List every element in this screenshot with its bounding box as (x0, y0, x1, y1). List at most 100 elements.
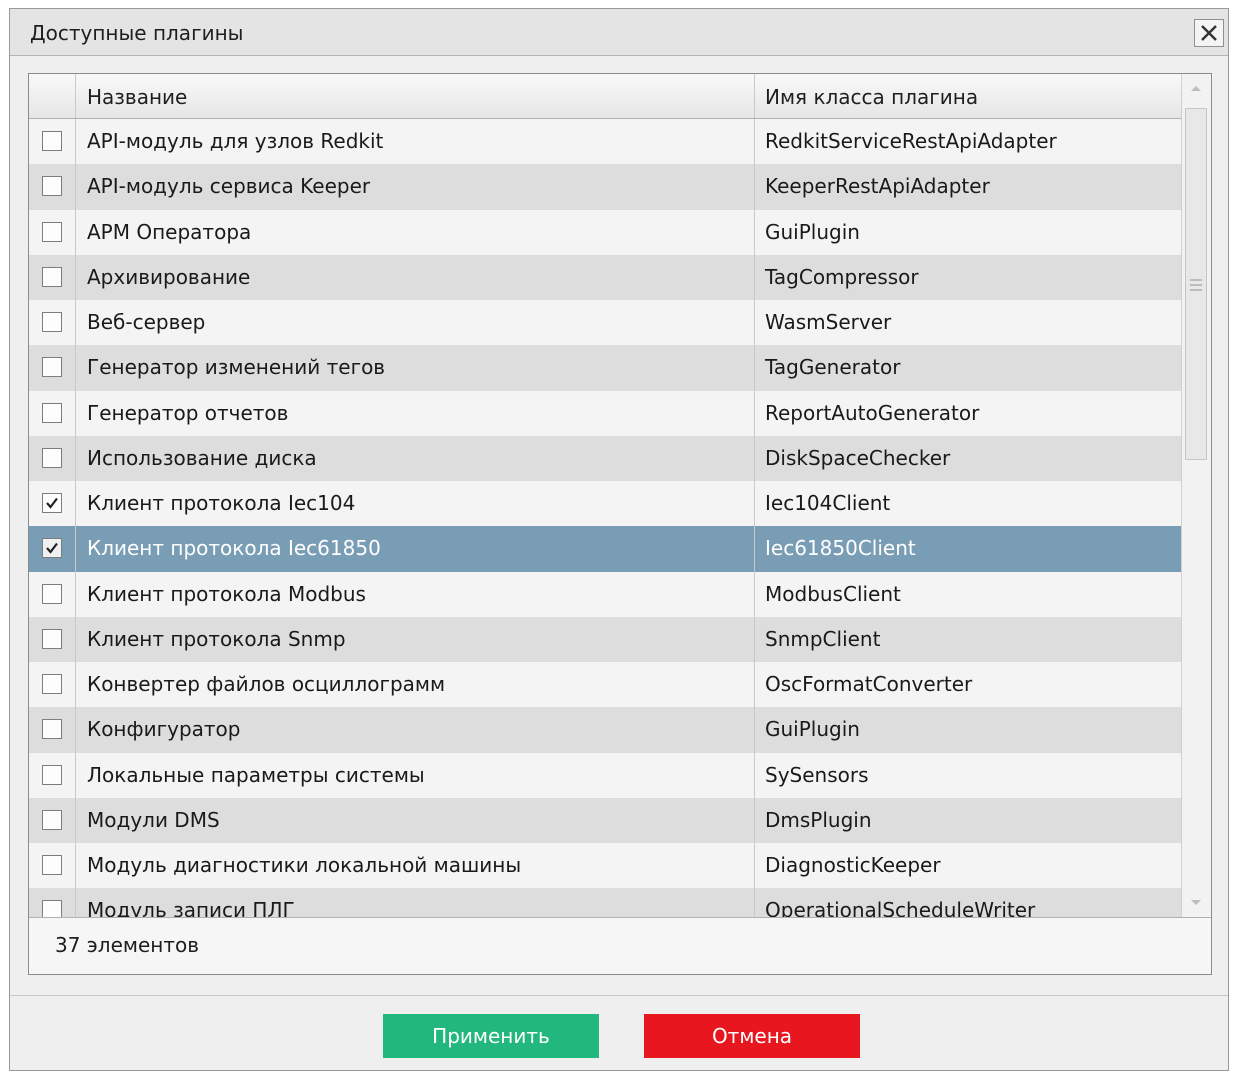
divider (10, 995, 1228, 996)
checkbox[interactable] (42, 855, 62, 875)
plugin-class-cell: Iec61850Client (765, 536, 916, 561)
plugin-name-cell: Клиент протокола Iec104 (76, 481, 755, 527)
checkbox-cell (29, 662, 76, 708)
table-row[interactable]: Модуль записи ПЛГ OperationalScheduleWrit… (29, 888, 1182, 917)
plugin-name-cell: Генератор отчетов (76, 390, 755, 436)
checkbox-cell (29, 888, 76, 917)
plugin-class-cell: DiagnosticKeeper (765, 853, 941, 877)
close-icon (1201, 25, 1217, 41)
table-row[interactable]: Архивирование TagCompressor (29, 254, 1182, 300)
plugin-name-cell: Клиент протокола Modbus (76, 571, 755, 617)
scroll-up-icon[interactable] (1186, 78, 1206, 98)
plugin-class-cell: GuiPlugin (765, 717, 860, 742)
checkbox-cell (29, 526, 76, 572)
table-row[interactable]: Клиент протокола Iec104 Iec104Client (29, 481, 1182, 527)
checkbox[interactable] (42, 628, 62, 649)
checkbox-cell (29, 481, 76, 527)
checkbox[interactable] (42, 447, 62, 468)
cancel-button[interactable]: Отмена (644, 1014, 860, 1058)
checkbox-cell (29, 797, 76, 843)
grid-rows: API-модуль для узлов Redkit RedkitService… (29, 119, 1182, 917)
plugin-name-cell: Использование диска (76, 435, 755, 481)
plugin-class-cell: OperationalScheduleWriter (765, 898, 1036, 917)
checkbox[interactable] (42, 402, 62, 423)
grid-header: Название Имя класса плагина (29, 74, 1182, 119)
table-row[interactable]: Генератор изменений тегов TagGenerator (29, 345, 1182, 391)
table-row[interactable]: Локальные параметры системы SySensors (29, 752, 1182, 798)
table-row[interactable]: Клиент протокола Modbus ModbusClient (29, 571, 1182, 617)
plugin-class-cell: RedkitServiceRestApiAdapter (765, 129, 1057, 153)
checkbox[interactable] (42, 900, 62, 917)
checkbox[interactable] (42, 266, 62, 287)
checkbox[interactable] (42, 674, 62, 694)
checkbox-cell (29, 119, 76, 165)
plugin-class-cell: ModbusClient (765, 581, 901, 606)
scrollbar-thumb[interactable] (1185, 108, 1207, 460)
grid-footer: 37 элементов (29, 917, 1211, 974)
checkbox-checked[interactable] (42, 538, 62, 559)
checkbox-cell (29, 571, 76, 617)
checkbox[interactable] (42, 176, 62, 197)
checkmark-icon (46, 497, 58, 509)
header-checkbox-column (29, 74, 76, 118)
checkbox[interactable] (42, 583, 62, 604)
table-row[interactable]: Конфигуратор GuiPlugin (29, 707, 1182, 753)
checkbox-cell (29, 616, 76, 662)
table-row[interactable]: АРМ Оператора GuiPlugin (29, 209, 1182, 255)
checkbox-cell (29, 707, 76, 753)
plugin-class-cell: DiskSpaceChecker (765, 445, 951, 470)
checkbox-cell (29, 345, 76, 391)
header-name[interactable]: Название (76, 74, 755, 118)
plugins-grid: Название Имя класса плагина API-модуль д… (28, 73, 1212, 975)
plugin-name-cell: Локальные параметры системы (76, 752, 755, 798)
table-row[interactable]: API-модуль для узлов Redkit RedkitService… (29, 119, 1182, 165)
plugin-name-cell: API-модуль для узлов Redkit (76, 119, 755, 165)
checkbox[interactable] (42, 357, 62, 378)
close-button[interactable] (1194, 19, 1224, 47)
plugin-name-cell: Конвертер файлов осциллограмм (76, 662, 755, 708)
header-class-name[interactable]: Имя класса плагина (755, 74, 1182, 118)
table-row[interactable]: Модули DMS DmsPlugin (29, 797, 1182, 843)
checkbox[interactable] (42, 312, 62, 332)
plugin-name-cell: Конфигуратор (76, 707, 755, 753)
plugin-name-cell: Клиент протокола Iec61850 (76, 526, 755, 572)
plugin-name-cell: Генератор изменений тегов (76, 345, 755, 391)
plugin-class-cell: TagGenerator (765, 355, 901, 380)
plugin-class-cell: KeeperRestApiAdapter (765, 174, 990, 199)
checkbox-cell (29, 390, 76, 436)
dialog-titlebar: Доступные плагины (10, 9, 1228, 56)
plugins-dialog: Доступные плагины Название Имя класса пл… (9, 8, 1229, 1071)
checkbox[interactable] (42, 221, 62, 242)
plugin-class-cell: ReportAutoGenerator (765, 400, 980, 425)
checkbox-cell (29, 752, 76, 798)
plugin-class-cell: GuiPlugin (765, 219, 860, 244)
checkbox-cell (29, 164, 76, 210)
table-row[interactable]: Модуль диагностики локальной машины Diagn… (29, 843, 1182, 889)
checkbox[interactable] (42, 809, 62, 830)
table-row[interactable]: Конвертер файлов осциллограмм OscFormatCo… (29, 662, 1182, 708)
checkbox-cell (29, 209, 76, 255)
checkbox[interactable] (42, 764, 62, 785)
table-row[interactable]: Клиент протокола Iec61850 Iec61850Client (29, 526, 1182, 572)
item-count: 37 элементов (55, 933, 200, 957)
plugin-class-cell: Iec104Client (765, 491, 891, 515)
plugin-name-cell: Модули DMS (76, 797, 755, 843)
dialog-title: Доступные плагины (30, 21, 244, 45)
checkbox[interactable] (42, 719, 62, 740)
table-row[interactable]: Генератор отчетов ReportAutoGenerator (29, 390, 1182, 436)
checkbox-cell (29, 435, 76, 481)
checkbox-cell (29, 300, 76, 346)
scroll-down-icon[interactable] (1186, 893, 1206, 913)
plugin-name-cell: Архивирование (76, 254, 755, 300)
table-row[interactable]: Веб-сервер WasmServer (29, 300, 1182, 346)
apply-button[interactable]: Применить (383, 1014, 599, 1058)
vertical-scrollbar[interactable] (1181, 74, 1211, 917)
checkbox-checked[interactable] (42, 493, 62, 513)
table-row[interactable]: Использование диска DiskSpaceChecker (29, 435, 1182, 481)
table-row[interactable]: API-модуль сервиса Keeper KeeperRestApiAd… (29, 164, 1182, 210)
plugin-name-cell: АРМ Оператора (76, 209, 755, 255)
table-row[interactable]: Клиент протокола Snmp SnmpClient (29, 616, 1182, 662)
plugin-name-cell: Модуль записи ПЛГ (76, 888, 755, 917)
grip-icon (1190, 279, 1202, 291)
checkbox[interactable] (42, 131, 62, 151)
